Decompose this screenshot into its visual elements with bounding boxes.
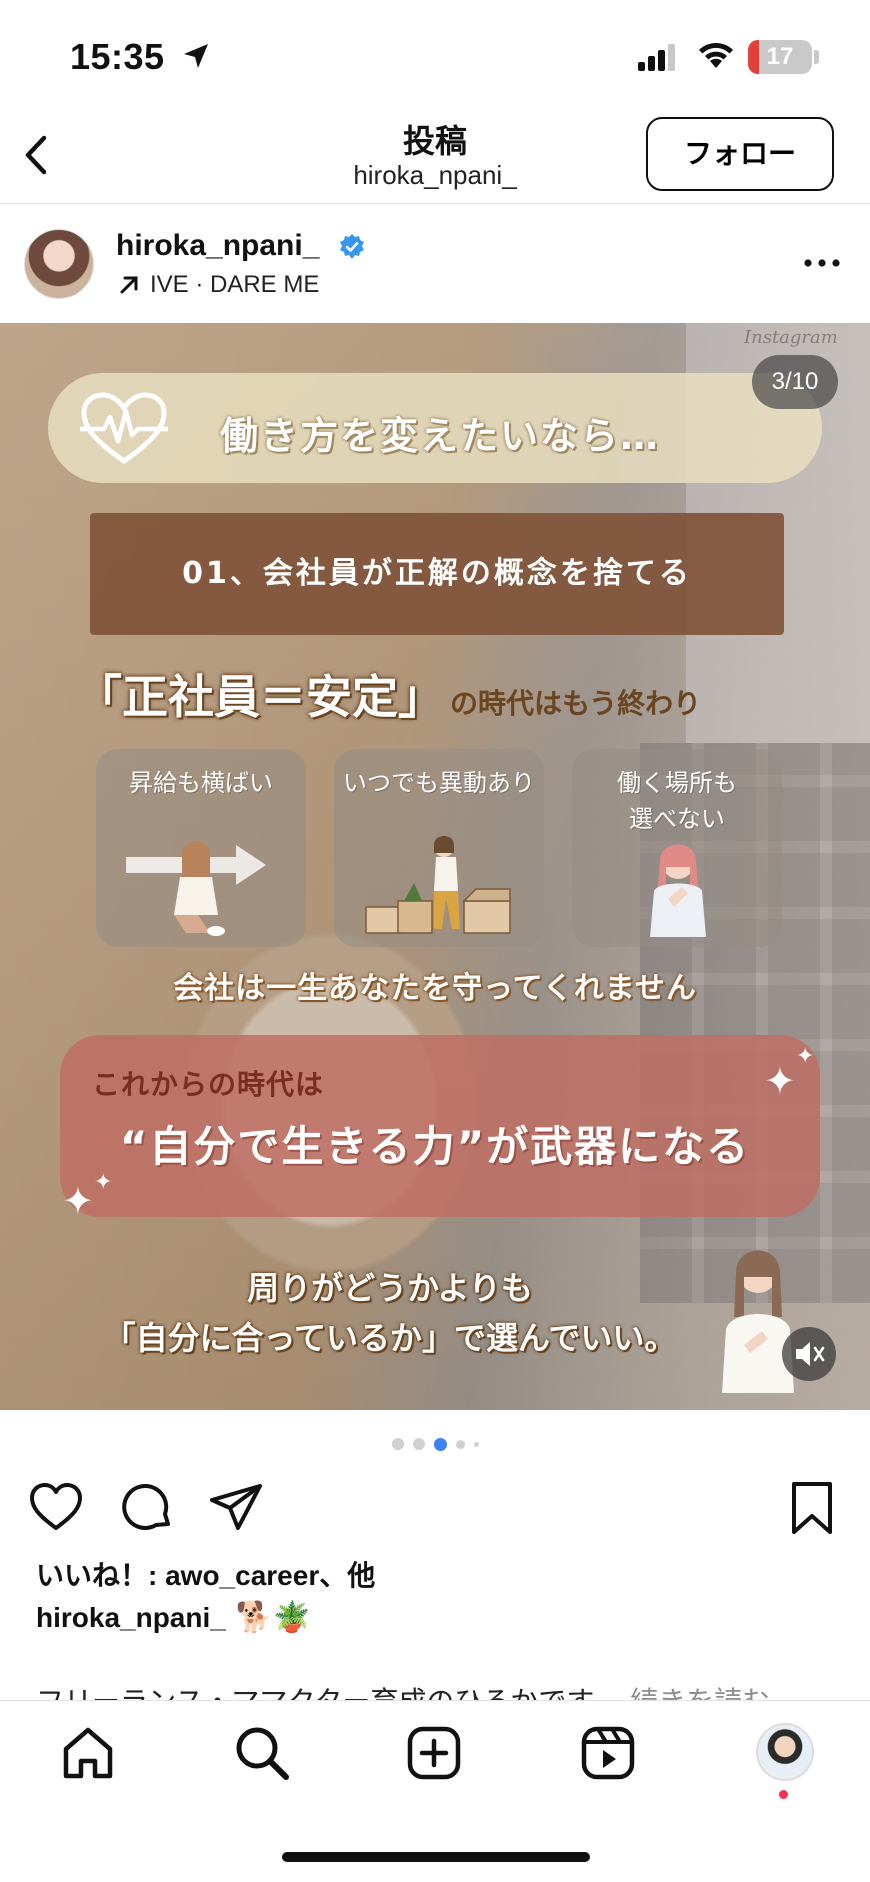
card-label: 昇給も横ばい (129, 769, 273, 797)
card-label: いつでも異動あり (343, 769, 535, 797)
arrow-up-right-icon (120, 276, 138, 294)
slide-title: 働き方を変えたいなら… (220, 414, 661, 458)
notification-dot (779, 1790, 788, 1799)
wifi-icon (699, 42, 733, 68)
status-time: 15:35 (70, 36, 165, 77)
follow-button[interactable]: フォロー (646, 117, 834, 191)
reels-icon[interactable] (578, 1723, 638, 1783)
status-bar: 15:35 17 (0, 0, 870, 110)
heartbeat-icon (80, 392, 168, 465)
carousel-dot (391, 1438, 404, 1450)
sparkle-icon: ✦ (94, 1169, 113, 1194)
nav-header: 投稿 hiroka_npani_ フォロー (0, 110, 870, 204)
carousel-dots (0, 1434, 870, 1454)
info-card-location: 働く場所も 選べない (572, 749, 782, 947)
home-icon[interactable] (58, 1723, 118, 1783)
battery-icon: 17 (748, 40, 812, 74)
bottom-line-1: 周りがどうかよりも (247, 1269, 533, 1307)
avatar[interactable] (24, 229, 94, 299)
caption-username[interactable]: hiroka_npani_ (36, 1602, 226, 1634)
info-card-transfer: いつでも異動あり (334, 749, 544, 947)
music-label: IVE · DARE ME (150, 271, 320, 298)
profile-avatar[interactable] (756, 1723, 814, 1781)
post-username[interactable]: hiroka_npani_ (116, 229, 319, 263)
slide-counter: 3/10 (752, 355, 838, 409)
post-media[interactable]: Instagram 働き方を変えたいなら… 3/10 01、会社員が正解の概念を… (0, 323, 870, 1410)
heart-icon[interactable] (28, 1480, 84, 1536)
bottom-line-2: 「自分に合っているか」で選んでいい。 (103, 1319, 677, 1357)
music-row[interactable]: IVE · DARE ME (116, 271, 319, 299)
action-bar (0, 1470, 870, 1540)
bookmark-icon[interactable] (784, 1480, 840, 1536)
bottom-message: 周りがどうかよりも 「自分に合っているか」で選んでいい。 (70, 1263, 710, 1363)
sparkle-icon: ✦ (764, 1061, 796, 1103)
sparkle-icon: ✦ (796, 1043, 815, 1068)
sparkle-icon: ✦ (62, 1181, 94, 1223)
headline-small: の時代はもう終わり (450, 687, 702, 720)
location-arrow-icon (184, 44, 208, 68)
carousel-dot (473, 1441, 479, 1447)
search-icon[interactable] (232, 1723, 292, 1783)
protect-message: 会社は一生あなたを守ってくれません (173, 971, 697, 1006)
caption-emoji: 🐕🪴 (235, 1601, 311, 1634)
headline: 「正社員＝安定」 の時代はもう終わり (76, 661, 701, 727)
send-icon[interactable] (208, 1480, 264, 1536)
caption-row: hiroka_npani_ 🐕🪴 (36, 1600, 311, 1635)
carousel-dot (455, 1439, 465, 1449)
highlight-subtitle: これからの時代は (92, 1068, 325, 1101)
headline-big: 「正社員＝安定」 (76, 670, 444, 724)
cellular-signal-icon (638, 44, 675, 71)
battery-level: 17 (766, 43, 794, 70)
flat-arrow-woman-illustration (126, 841, 266, 936)
section-heading: 01、会社員が正解の概念を捨てる (182, 556, 692, 591)
thinking-woman-illustration (650, 844, 706, 937)
speaker-muted-icon[interactable] (782, 1327, 836, 1381)
verified-badge-icon (340, 234, 364, 259)
moving-boxes-illustration (365, 836, 511, 934)
post-header: hiroka_npani_ IVE · DARE ME (0, 205, 870, 323)
carousel-dot-active (433, 1437, 447, 1451)
more-horizontal-icon[interactable] (800, 253, 844, 273)
likes-text[interactable]: いいね！: awo_career、他 (36, 1554, 375, 1594)
highlight-main: “自分で生きる力”が武器になる (119, 1122, 751, 1171)
home-indicator (282, 1852, 590, 1862)
create-plus-icon[interactable] (404, 1723, 464, 1783)
battery-cap (814, 50, 819, 64)
carousel-dot (412, 1438, 425, 1450)
instagram-watermark: Instagram (744, 327, 838, 348)
comment-icon[interactable] (120, 1480, 176, 1536)
info-card-salary: 昇給も横ばい (96, 749, 306, 947)
